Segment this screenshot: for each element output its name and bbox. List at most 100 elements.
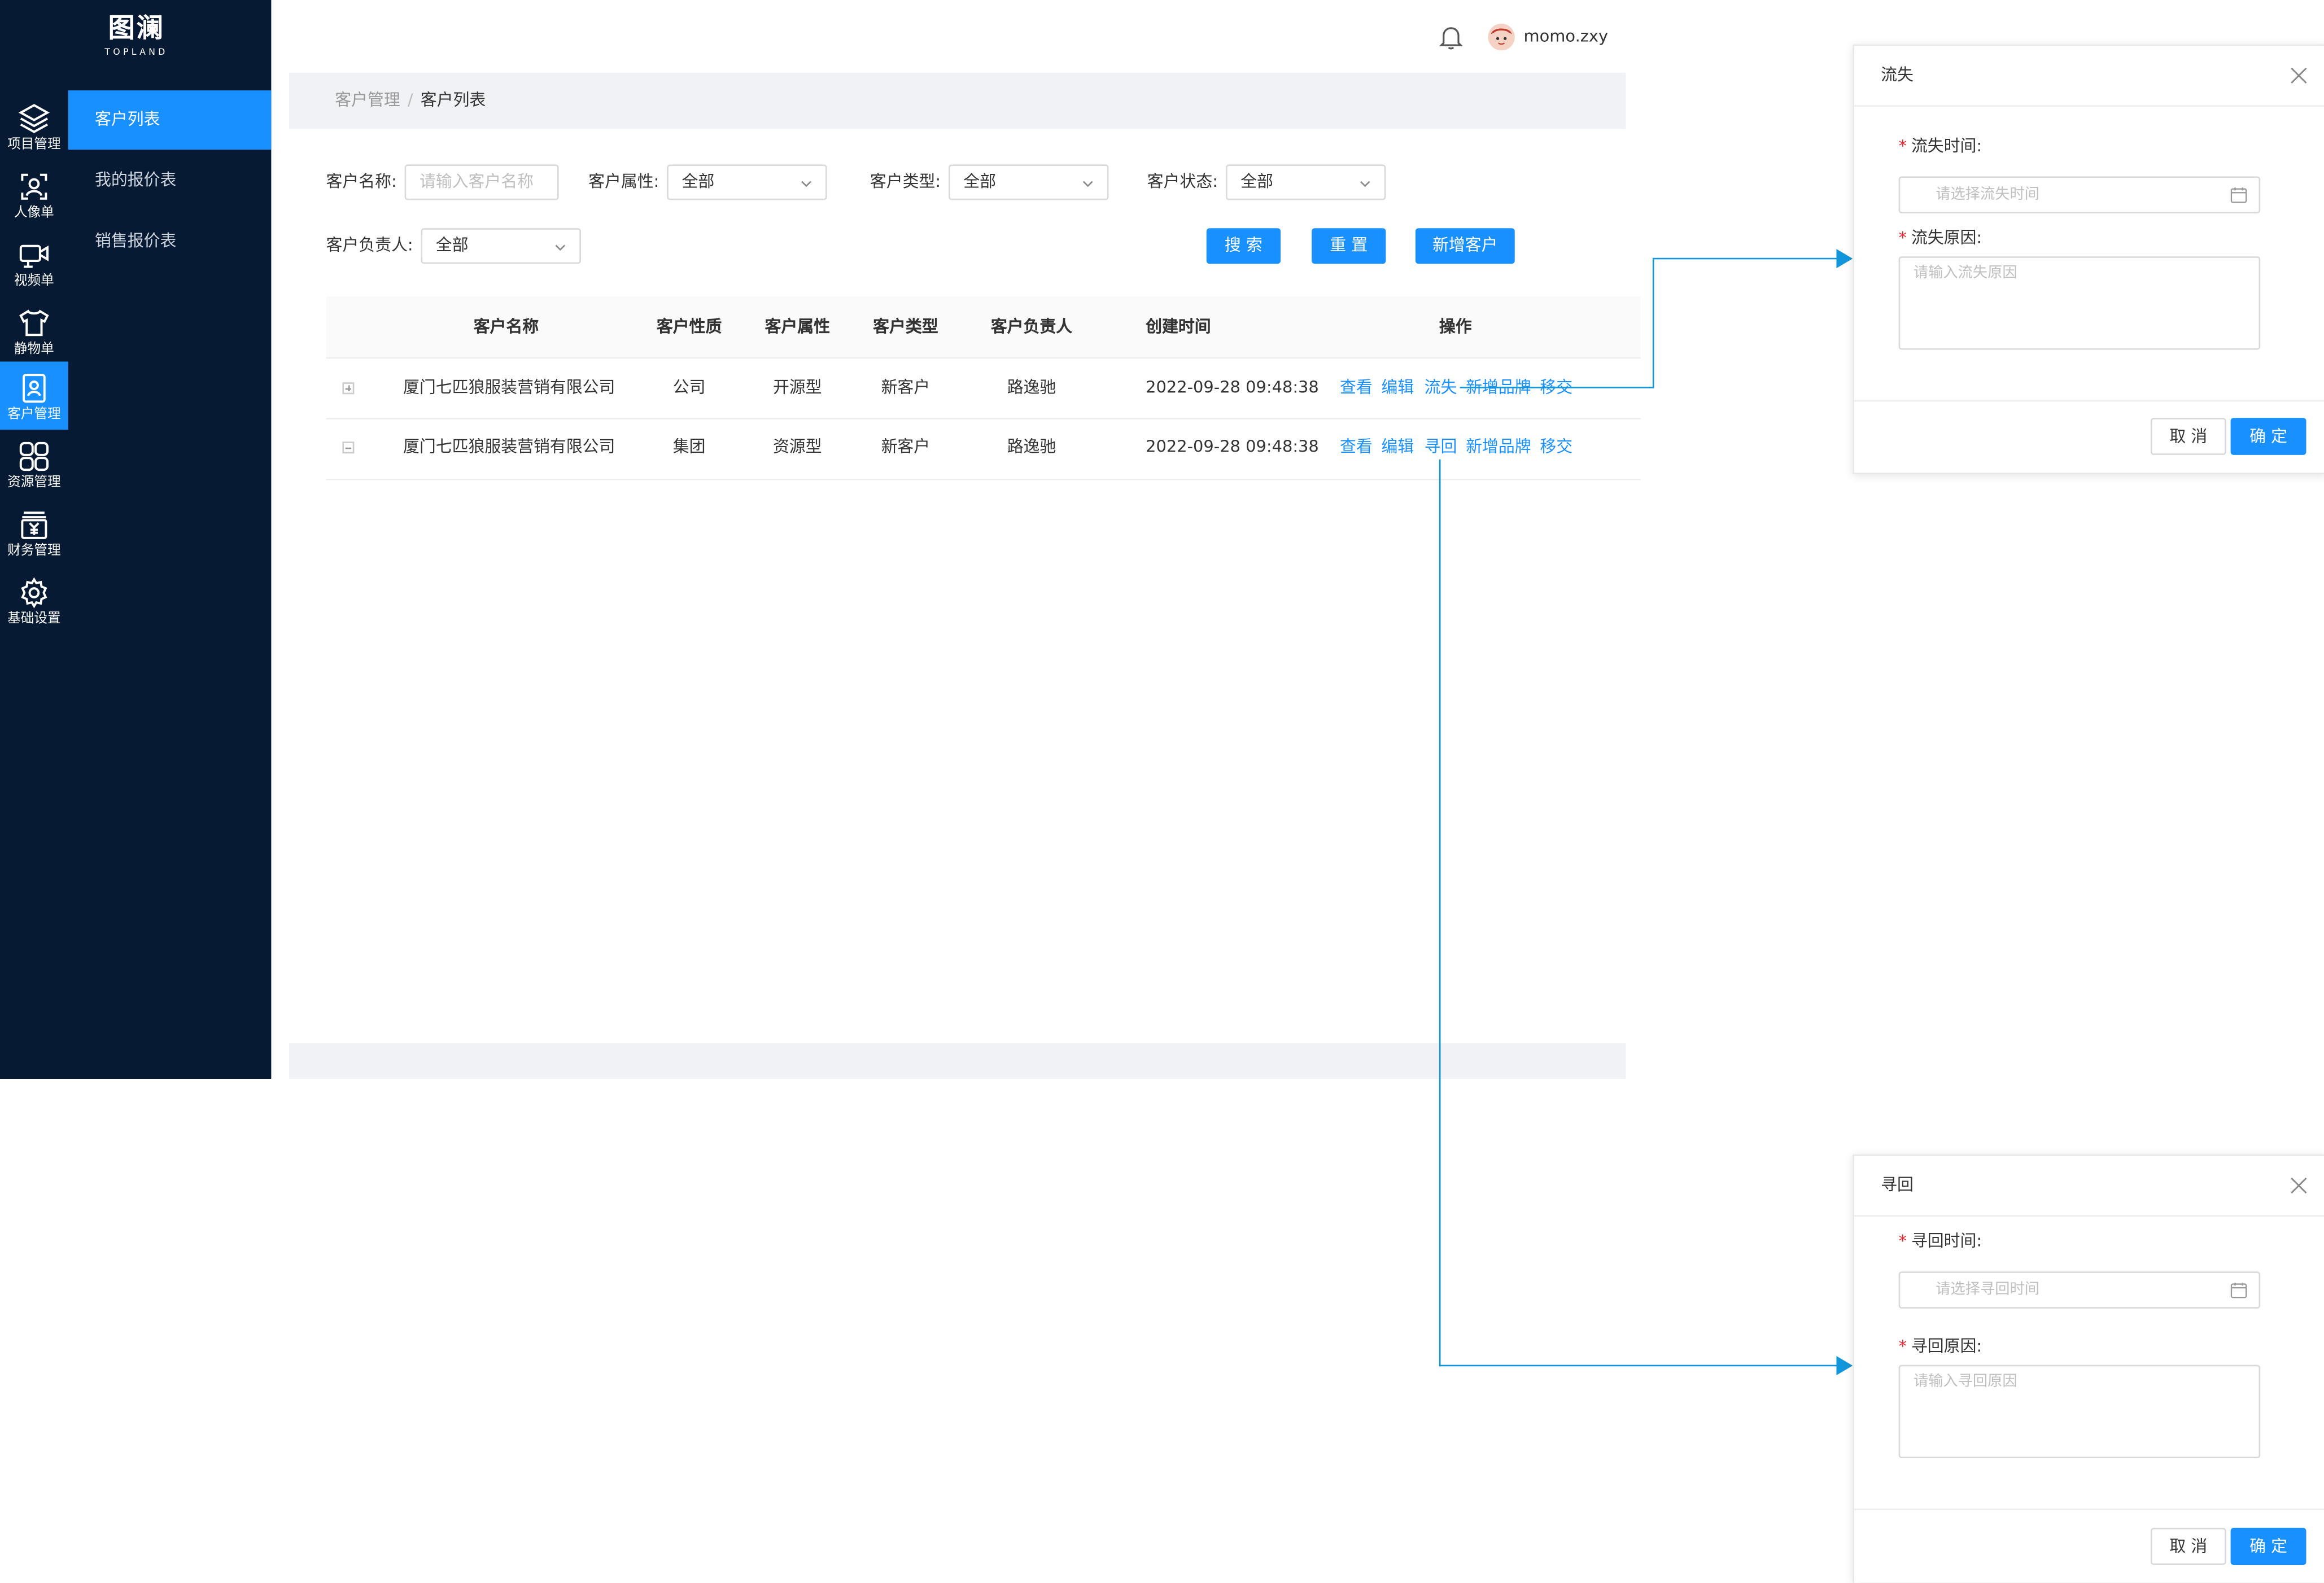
add-brand-link[interactable]: 新增品牌	[1466, 418, 1531, 477]
chevron-down-icon	[555, 244, 566, 251]
recover-link[interactable]: 寻回	[1425, 418, 1457, 477]
close-icon[interactable]	[2290, 67, 2308, 85]
date-placeholder: 请选择流失时间	[1936, 186, 2039, 203]
submenu-customer-list[interactable]: 客户列表	[68, 90, 272, 150]
submenu-my-quotes[interactable]: 我的报价表	[68, 151, 272, 211]
customer-owner-select[interactable]: 全部	[421, 228, 581, 264]
required-mark: *	[1898, 1336, 1907, 1356]
label-text: 寻回原因:	[1911, 1336, 1982, 1356]
bell-icon[interactable]	[1439, 24, 1463, 50]
recover-reason-textarea[interactable]: 请输入寻回原因	[1898, 1365, 2261, 1458]
modal-title: 流失	[1881, 65, 1914, 85]
recover-time-label: * 寻回时间:	[1899, 1230, 1982, 1254]
nav-label: 人像单	[14, 205, 54, 221]
connector-line	[1439, 459, 1441, 1367]
cell-created: 2022-09-28 09:48:38	[1146, 437, 1319, 457]
confirm-button[interactable]: 确 定	[2230, 1528, 2306, 1565]
modal-divider	[1854, 1215, 2324, 1217]
label-text: 寻回时间:	[1911, 1231, 1982, 1251]
nav-item-finance[interactable]: 财务管理	[0, 498, 68, 566]
label-text: 流失原因:	[1911, 228, 1982, 248]
modal-divider	[1854, 1508, 2324, 1510]
cell-nature: 集团	[672, 437, 706, 457]
calendar-icon	[2230, 1282, 2247, 1298]
nav-item-still[interactable]: 静物单	[0, 296, 68, 365]
breadcrumb: 客户管理 / 客户列表	[335, 89, 486, 113]
nav-label: 客户管理	[7, 407, 61, 423]
edit-link[interactable]: 编辑	[1382, 418, 1414, 477]
avatar[interactable]	[1488, 24, 1515, 51]
app-root: 图澜 TOPLAND 项目管理 人像单 视频单 静物单 客户管理 资源管理 财务…	[0, 0, 2324, 1583]
breadcrumb-parent[interactable]: 客户管理	[335, 90, 400, 110]
brand-name-cn: 图澜	[108, 13, 165, 45]
connector-line	[1460, 387, 1654, 388]
arrow-right-icon	[1836, 249, 1853, 269]
breadcrumb-current: 客户列表	[420, 90, 486, 110]
customer-attr-select[interactable]: 全部	[667, 164, 827, 200]
nav-item-customer[interactable]: 客户管理	[0, 361, 68, 430]
cell-type: 新客户	[881, 378, 931, 397]
nav-item-settings[interactable]: 基础设置	[0, 566, 68, 635]
cancel-button[interactable]: 取 消	[2150, 1528, 2226, 1565]
cell-owner: 路逸驰	[1007, 378, 1056, 397]
add-brand-link[interactable]: 新增品牌	[1466, 358, 1531, 418]
username[interactable]: momo.zxy	[1524, 24, 1609, 50]
column-header: 客户性质	[656, 317, 722, 336]
column-header: 创建时间	[1146, 317, 1211, 336]
brand-name-en: TOPLAND	[104, 47, 168, 58]
search-button[interactable]: 搜 索	[1206, 228, 1281, 264]
transfer-link[interactable]: 移交	[1540, 418, 1572, 477]
nav-item-portrait[interactable]: 人像单	[0, 160, 68, 229]
face-scan-icon	[21, 173, 47, 200]
customer-status-select[interactable]: 全部	[1225, 164, 1386, 200]
filter-owner-label: 客户负责人:	[326, 235, 413, 255]
customer-name-input[interactable]: 请输入客户名称	[404, 164, 559, 200]
nav-label: 基础设置	[7, 612, 61, 627]
transfer-link[interactable]: 移交	[1540, 358, 1572, 418]
cell-customer-name: 厦门七匹狼服装营销有限公司	[403, 437, 615, 457]
add-customer-button[interactable]: 新增客户	[1415, 228, 1515, 264]
cell-nature: 公司	[672, 378, 706, 397]
nav-item-resource[interactable]: 资源管理	[0, 430, 68, 498]
lost-reason-textarea[interactable]: 请输入流失原因	[1898, 256, 2261, 350]
view-link[interactable]: 查看	[1340, 358, 1373, 418]
lost-time-label: * 流失时间:	[1899, 135, 1982, 159]
column-header: 客户类型	[873, 317, 938, 336]
nav-label: 视频单	[14, 274, 54, 289]
required-mark: *	[1898, 136, 1907, 156]
select-value: 全部	[682, 172, 715, 191]
video-camera-icon	[19, 244, 49, 268]
reset-button[interactable]: 重 置	[1312, 228, 1386, 264]
collapse-row-icon[interactable]	[342, 441, 355, 454]
cell-customer-name: 厦门七匹狼服装营销有限公司	[403, 378, 615, 397]
cell-created: 2022-09-28 09:48:38	[1146, 378, 1319, 397]
nav-item-project[interactable]: 项目管理	[0, 92, 68, 160]
edit-link[interactable]: 编辑	[1382, 358, 1414, 418]
filter-attr-label: 客户属性:	[588, 172, 659, 191]
modal-divider	[1854, 400, 2324, 402]
lost-link[interactable]: 流失	[1425, 358, 1457, 418]
cancel-button[interactable]: 取 消	[2150, 418, 2226, 455]
chevron-down-icon	[1360, 181, 1370, 187]
recover-time-picker[interactable]: 请选择寻回时间	[1898, 1271, 2261, 1309]
filter-name-label: 客户名称:	[326, 172, 397, 191]
close-icon[interactable]	[2290, 1177, 2308, 1195]
cell-type: 新客户	[881, 437, 931, 457]
connector-line	[1652, 257, 1840, 260]
recover-modal: 寻回 * 寻回时间: 请选择寻回时间 * 寻回原因: 请输入寻回原因 取 消 确 定	[1853, 1154, 2324, 1583]
submenu-sales-quotes[interactable]: 销售报价表	[68, 212, 272, 271]
content-footer-bar	[289, 1043, 1626, 1079]
cell-owner: 路逸驰	[1007, 437, 1056, 457]
customer-type-select[interactable]: 全部	[949, 164, 1109, 200]
nav-item-video[interactable]: 视频单	[0, 228, 68, 296]
label-text: 流失时间:	[1911, 136, 1982, 156]
lost-modal: 流失 * 流失时间: 请选择流失时间 * 流失原因: 请输入流失原因 取 消 确 定	[1853, 44, 2324, 474]
lost-time-picker[interactable]: 请选择流失时间	[1898, 176, 2261, 213]
view-link[interactable]: 查看	[1340, 418, 1373, 477]
confirm-button[interactable]: 确 定	[2230, 418, 2306, 455]
customer-card-icon	[23, 374, 46, 403]
lost-reason-label: * 流失原因:	[1899, 227, 1982, 251]
breadcrumb-separator: /	[407, 90, 413, 110]
recover-reason-label: * 寻回原因:	[1899, 1335, 1982, 1359]
expand-row-icon[interactable]	[342, 382, 355, 395]
